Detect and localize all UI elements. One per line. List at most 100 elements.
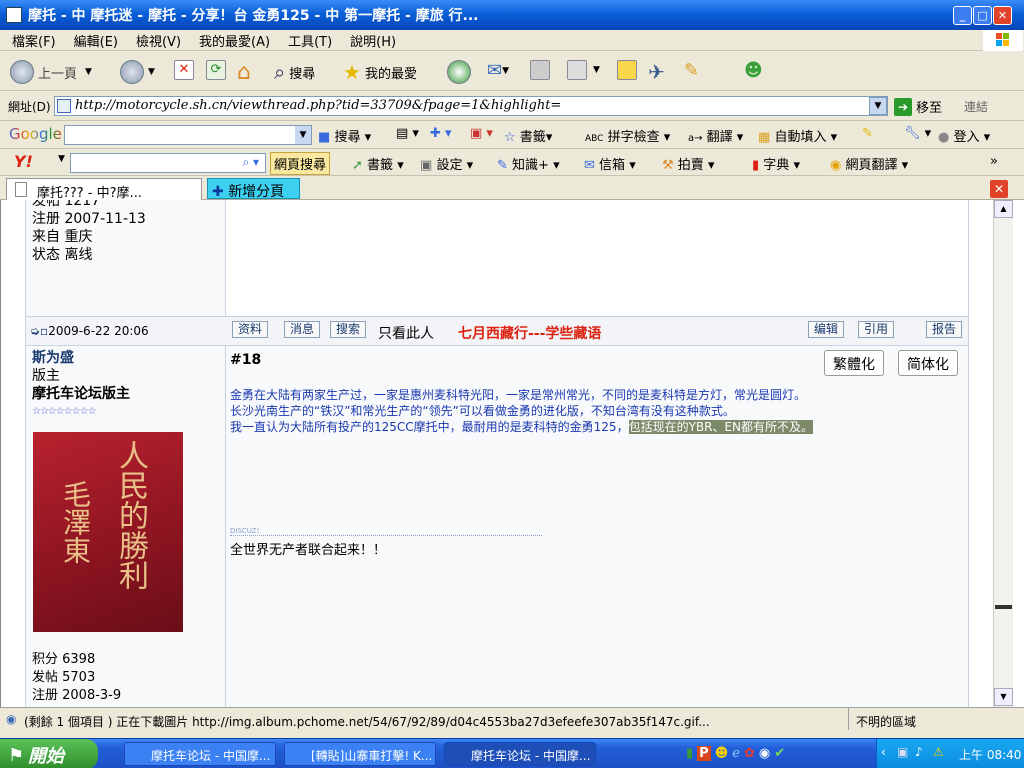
history-button[interactable] (447, 60, 475, 84)
yahoo-settings-button[interactable]: ▣ 設定 ▾ (420, 154, 473, 173)
forward-arrow-icon (120, 60, 144, 84)
edit-page-button[interactable]: ▼ (567, 60, 600, 80)
app-icon[interactable]: ✿ (744, 746, 755, 761)
taskbar-item[interactable]: [轉貼]山寨車打擊! K... (284, 742, 436, 766)
tray-expand-icon[interactable]: ‹ (881, 745, 886, 759)
print-button[interactable] (530, 60, 550, 80)
yahoo-dict-button[interactable]: ▮ 字典 ▾ (752, 154, 800, 173)
maximize-button[interactable]: □ (973, 6, 992, 25)
google-search-input[interactable]: ▼ (64, 125, 312, 145)
edit-button[interactable]: 编辑 (808, 321, 845, 338)
autofill-icon: ▦ (758, 130, 771, 145)
envelope-icon: ✉ (584, 158, 595, 173)
page-icon (567, 60, 587, 80)
stop-button[interactable]: ✕ (174, 60, 194, 80)
google-translate-button[interactable]: a→ 翻譯 ▾ (688, 126, 743, 145)
windows-flag-icon: ⚑ (8, 745, 25, 766)
close-button[interactable]: ✕ (993, 6, 1012, 25)
minimize-button[interactable]: _ (953, 6, 972, 25)
google-search-button[interactable]: ■ 搜尋 ▾ (318, 126, 371, 145)
new-tab-button[interactable]: ✚ 新增分頁 (207, 178, 300, 200)
google-news-button[interactable]: ▤ ▾ (396, 126, 419, 141)
yahoo-auction-button[interactable]: ⚒ 拍賣 ▾ (662, 154, 714, 173)
yahoo-web-search-button[interactable]: 網頁搜尋 (270, 152, 331, 175)
report-button[interactable]: 报告 (926, 321, 963, 338)
google-login-button[interactable]: ● 登入 ▾ (938, 126, 990, 145)
only-this-author-link[interactable]: 只看此人 (378, 323, 434, 343)
menu-help[interactable]: 說明(H) (350, 31, 396, 50)
powerpoint-icon[interactable]: P (697, 746, 711, 761)
tab-active[interactable]: 摩托??? - 中?摩... (6, 178, 202, 200)
google-logo[interactable]: Google (9, 125, 62, 143)
search-button[interactable]: ⌕ 搜尋 (274, 60, 315, 84)
ie-icon[interactable]: ℯ (732, 746, 740, 761)
message-button[interactable]: 消息 (284, 321, 321, 338)
go-button[interactable]: ➔ 移至 (894, 97, 942, 116)
post-body: #18 繁體化 简体化 金勇在大陆有两家生产过，一家是惠州麦科特光阳，一家是常州… (226, 346, 968, 707)
network-icon[interactable]: ▣ (897, 745, 908, 759)
traditional-chinese-button[interactable]: 繁體化 (824, 350, 884, 376)
yahoo-webtrans-button[interactable]: ◉ 網頁翻譯 ▾ (830, 154, 908, 173)
menu-view[interactable]: 檢視(V) (136, 31, 181, 50)
yahoo-logo[interactable]: Y! (14, 152, 33, 171)
post-text-line: 金勇在大陆有两家生产过，一家是惠州麦科特光阳，一家是常州常光，不同的是麦科特是方… (230, 388, 807, 402)
google-autofill-button[interactable]: ▦ 自動填入 ▾ (758, 126, 837, 145)
yahoo-knowledge-button[interactable]: ✎ 知識+ ▾ (497, 154, 560, 173)
quote-button[interactable]: 引用 (858, 321, 895, 338)
links-button[interactable]: 連結 (964, 98, 988, 115)
google-settings-button[interactable]: 🔧︎ ▾ (904, 126, 931, 141)
highlight-icon[interactable]: ✎ (862, 126, 873, 141)
home-button[interactable]: ⌂ (237, 60, 251, 85)
media-icon[interactable]: ◉ (759, 746, 770, 761)
window-title-bar[interactable]: 摩托 - 中 摩托迷 - 摩托 - 分享！台 金勇125 - 中 第一摩托 - … (0, 0, 1024, 30)
clock[interactable]: 上午 08:40 (959, 746, 1021, 763)
yahoo-bookmarks-button[interactable]: ➚ 書籤 ▾ (352, 154, 404, 173)
window-title: 摩托 - 中 摩托迷 - 摩托 - 分享！台 金勇125 - 中 第一摩托 - … (28, 8, 479, 24)
scroll-thumb[interactable] (995, 605, 1012, 609)
standard-toolbar: 上一頁 ▼ ▼ ✕ ⟳ ⌂ ⌕ 搜尋 ★ 我的最愛 ✉ ▼ ▼ ✈ ✎ ☻ (0, 51, 1024, 91)
app-icon[interactable]: ▮ (686, 746, 693, 761)
note-button[interactable] (617, 60, 637, 80)
menu-tools[interactable]: 工具(T) (288, 31, 332, 50)
simplified-chinese-button[interactable]: 简体化 (898, 350, 958, 376)
app-icon[interactable]: ✔ (774, 746, 785, 761)
favorites-button[interactable]: ★ 我的最愛 (343, 60, 417, 84)
yahoo-search-input[interactable]: ⌕ ▾ (70, 153, 266, 173)
profile-button[interactable]: 资料 (232, 321, 269, 338)
wrench-icon: 🔧︎ (904, 126, 921, 141)
toolbar-overflow-chevron[interactable]: » (990, 154, 998, 169)
mail-button[interactable]: ✉ ▼ (487, 60, 509, 81)
taskbar-item[interactable]: 摩托车论坛 - 中国摩... (124, 742, 276, 766)
refresh-button[interactable]: ⟳ (206, 60, 226, 80)
address-dropdown-button[interactable]: ▼ (869, 97, 887, 115)
start-button[interactable]: ⚑ 開始 (0, 739, 98, 768)
author-name[interactable]: 斯为盛 (32, 349, 130, 367)
refresh-icon: ⟳ (206, 60, 226, 80)
google-spell-button[interactable]: ABC 拼字檢查 ▾ (585, 126, 670, 145)
vertical-scrollbar[interactable]: ▲ ▼ (993, 200, 1013, 707)
messenger-button[interactable]: ☻ (744, 60, 763, 81)
address-input[interactable]: http://motorcycle.sh.cn/viewthread.php?t… (54, 96, 888, 116)
close-tab-button[interactable]: ✕ (990, 180, 1008, 198)
google-plus-button[interactable]: ✚ ▾ (430, 126, 452, 141)
taskbar-item-active[interactable]: 摩托车论坛 - 中国摩... (444, 742, 596, 766)
yahoo-menu-dropdown[interactable]: ▼ (58, 154, 65, 164)
volume-icon[interactable]: ♪ (915, 745, 923, 759)
scroll-down-button[interactable]: ▼ (994, 688, 1013, 706)
highlight-button[interactable]: ✎ (684, 60, 699, 81)
menu-favorites[interactable]: 我的最愛(A) (199, 31, 270, 50)
google-popup-button[interactable]: ▣ ▾ (470, 126, 493, 141)
blog-button[interactable]: ✈ (648, 60, 665, 84)
messenger-icon[interactable]: ☻ (715, 746, 729, 761)
avatar-calligraphy-left: 毛澤東 (59, 480, 92, 564)
menu-edit[interactable]: 編輯(E) (74, 31, 118, 50)
menu-file[interactable]: 檔案(F) (12, 31, 56, 50)
forward-button[interactable]: ▼ (120, 60, 155, 84)
scroll-up-button[interactable]: ▲ (994, 200, 1013, 218)
author-signature-link[interactable]: 七月西藏行---学些藏语 (458, 323, 601, 343)
google-bookmarks-button[interactable]: ☆ 書籤▾ (504, 126, 552, 145)
back-button[interactable]: 上一頁 ▼ (10, 60, 92, 84)
search-button[interactable]: 搜索 (330, 321, 367, 338)
yahoo-mail-button[interactable]: ✉ 信箱 ▾ (584, 154, 636, 173)
warning-icon[interactable]: ⚠ (933, 745, 944, 759)
